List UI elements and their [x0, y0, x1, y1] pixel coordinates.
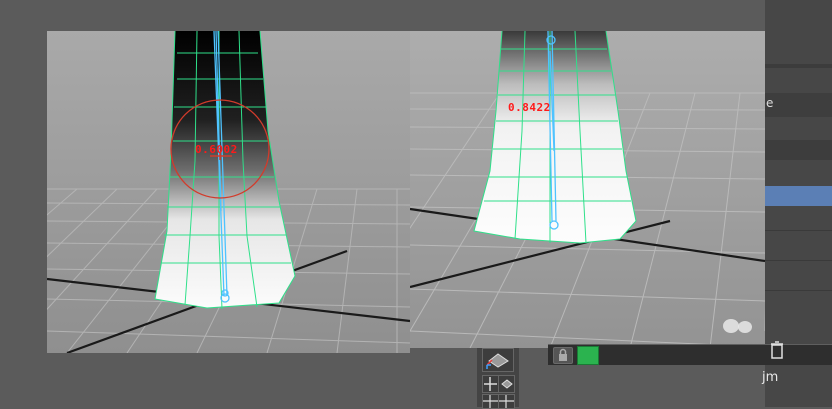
panel-row-selected[interactable] — [765, 186, 832, 206]
tool-shelf — [477, 348, 519, 409]
trash-icon[interactable] — [770, 341, 784, 359]
paint-weights-icon[interactable] — [482, 348, 514, 372]
panel-divider — [765, 290, 832, 291]
panel-divider — [765, 230, 832, 231]
lock-icon — [559, 348, 567, 361]
viewport-left[interactable]: 0.6002 — [47, 31, 410, 353]
panel-row[interactable]: e — [765, 93, 832, 117]
grid-icon[interactable] — [498, 375, 515, 393]
panel-row-label: e — [766, 96, 774, 110]
viewport-right[interactable]: 0.8422 — [410, 31, 765, 348]
weight-value-label: 0.8422 — [508, 101, 551, 114]
panel-divider — [765, 260, 832, 261]
panel-row[interactable] — [765, 140, 832, 160]
toolbar-partial-label: jm — [762, 370, 779, 385]
lock-icon[interactable] — [553, 347, 573, 364]
viewport-right-scene[interactable] — [410, 31, 765, 348]
weight-value-label: 0.6002 — [195, 143, 238, 156]
layer-color-swatch[interactable] — [577, 346, 599, 365]
panel-divider — [765, 64, 832, 68]
viewport-left-scene[interactable] — [47, 31, 410, 353]
watermark-logo — [721, 316, 761, 334]
grid-select-icon[interactable] — [482, 375, 499, 393]
